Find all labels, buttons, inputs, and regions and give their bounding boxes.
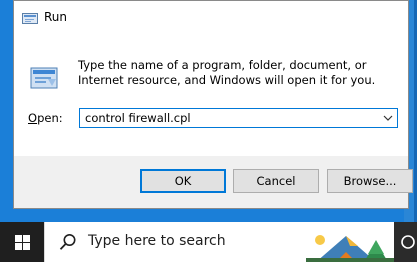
open-label: Open: [28,111,63,125]
taskbar-search-box[interactable]: Type here to search [44,222,394,262]
cortana-icon [401,235,415,249]
search-placeholder: Type here to search [88,233,226,249]
chevron-down-icon[interactable] [383,113,393,123]
open-label-rest: pen: [37,111,63,125]
open-combobox[interactable] [79,108,398,128]
run-icon [22,13,38,24]
title-bar[interactable]: Run [14,1,408,36]
dialog-title: Run [44,10,68,24]
search-highlight-illustration [306,235,394,262]
run-dialog: Run Type the name of a program, folder, … [13,0,413,209]
windows-logo-icon [15,235,30,250]
run-program-icon [30,67,58,89]
instructions-text: Type the name of a program, folder, docu… [78,58,376,87]
browse-button[interactable]: Browse... [327,169,413,193]
cortana-button[interactable] [394,222,417,262]
start-button[interactable] [0,222,44,262]
open-label-accelerator: O [28,111,38,125]
open-input[interactable] [85,111,365,125]
cancel-button[interactable]: Cancel [233,169,319,193]
taskbar: Type here to search [0,222,417,262]
search-icon [59,234,76,250]
dialog-content: Type the name of a program, folder, docu… [14,36,408,156]
ok-button[interactable]: OK [140,169,226,193]
